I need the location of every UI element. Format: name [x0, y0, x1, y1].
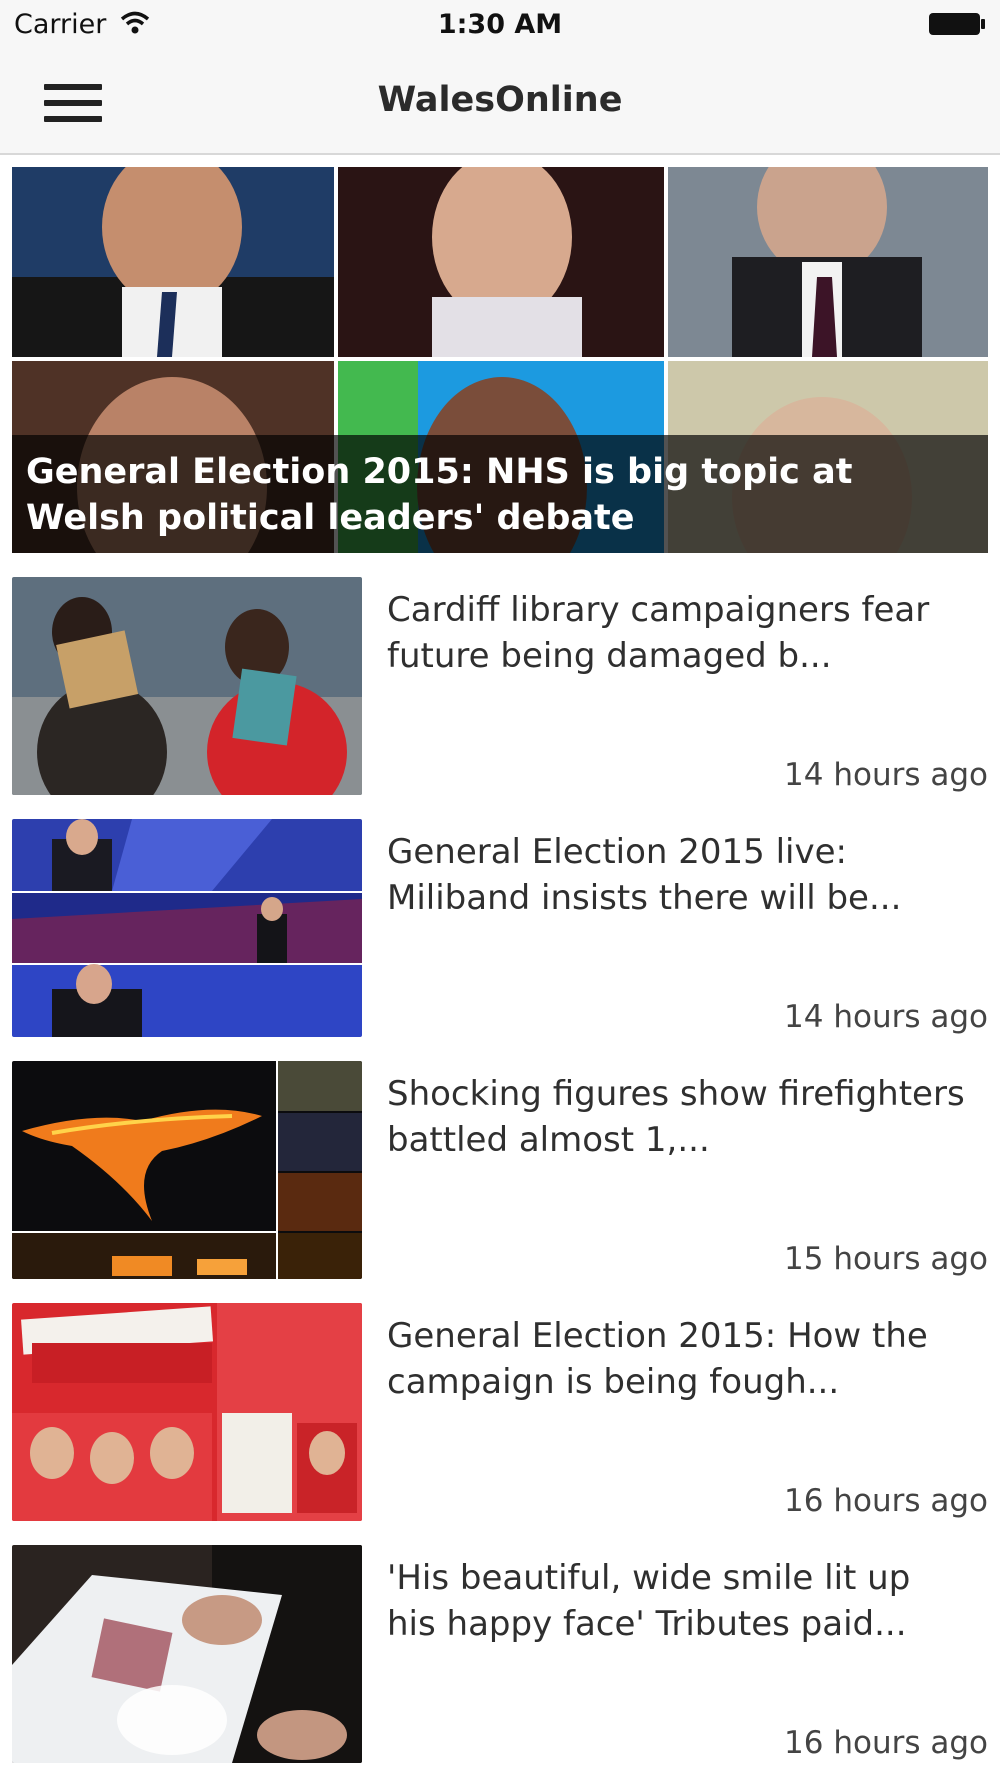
- article-timestamp: 14 hours ago: [784, 999, 988, 1035]
- nav-bar: WalesOnline: [0, 50, 1000, 155]
- status-bar: Carrier 1:30 AM: [0, 0, 1000, 50]
- article-thumbnail: [12, 1303, 362, 1521]
- article-timestamp: 16 hours ago: [784, 1725, 988, 1761]
- app-title: WalesOnline: [377, 80, 623, 120]
- list-item[interactable]: Cardiff library campaigners fear future …: [12, 577, 988, 795]
- list-item[interactable]: 'His beautiful, wide smile lit up his ha…: [12, 1545, 988, 1763]
- article-timestamp: 16 hours ago: [784, 1483, 988, 1519]
- article-title: Shocking figures show firefighters battl…: [387, 1074, 965, 1160]
- hero-caption: General Election 2015: NHS is big topic …: [12, 435, 988, 553]
- battery-icon: [929, 13, 985, 35]
- list-item[interactable]: General Election 2015 live: Miliband ins…: [12, 819, 988, 1037]
- article-thumbnail: [12, 577, 362, 795]
- article-thumbnail: [12, 1545, 362, 1763]
- article-title: 'His beautiful, wide smile lit up his ha…: [387, 1558, 911, 1644]
- article-title: General Election 2015: How the campaign …: [387, 1316, 928, 1402]
- list-item[interactable]: Shocking figures show firefighters battl…: [12, 1061, 988, 1279]
- article-timestamp: 15 hours ago: [784, 1241, 988, 1277]
- hero-article[interactable]: General Election 2015: NHS is big topic …: [12, 167, 988, 553]
- article-thumbnail: [12, 819, 362, 1037]
- hero-title: General Election 2015: NHS is big topic …: [26, 452, 853, 538]
- article-title: General Election 2015 live: Miliband ins…: [387, 832, 902, 918]
- article-title: Cardiff library campaigners fear future …: [387, 590, 930, 676]
- article-timestamp: 14 hours ago: [784, 757, 988, 793]
- list-item[interactable]: General Election 2015: How the campaign …: [12, 1303, 988, 1521]
- article-thumbnail: [12, 1061, 362, 1279]
- status-time: 1:30 AM: [437, 9, 563, 40]
